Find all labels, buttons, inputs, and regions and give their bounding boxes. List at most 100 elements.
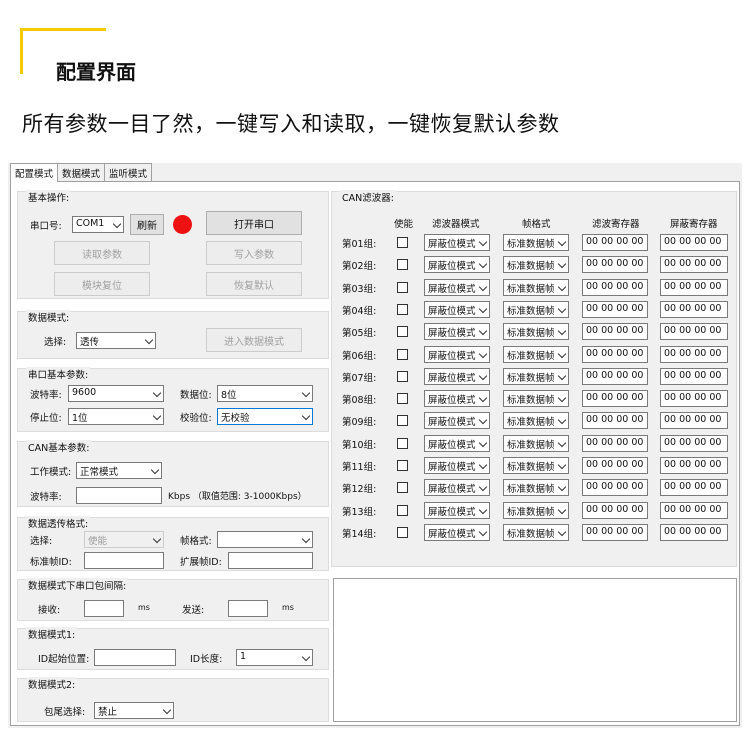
frame-format-select[interactable]: 标准数据帧	[503, 457, 569, 474]
ext-id-input[interactable]	[228, 552, 313, 569]
filter-enable-checkbox[interactable]	[397, 415, 408, 427]
filter-register-input[interactable]: 00 00 00 00	[582, 479, 648, 497]
filter-register-input[interactable]: 00 00 00 00	[582, 457, 648, 474]
filter-register-input[interactable]: 00 00 00 00	[582, 412, 648, 430]
send-interval-input[interactable]	[228, 600, 268, 617]
mask-register-input[interactable]: 00 00 00 00	[660, 278, 728, 296]
filter-mode-value: 屏蔽位模式	[428, 305, 476, 317]
filter-mode-select[interactable]: 屏蔽位模式	[424, 412, 490, 430]
write-params-button[interactable]: 写入参数	[206, 241, 302, 265]
frame-format-value: 标准数据帧	[507, 372, 555, 384]
enter-data-mode-button[interactable]: 进入数据模式	[206, 328, 302, 352]
mask-register-input[interactable]: 00 00 00 00	[660, 300, 728, 318]
baud-select[interactable]: 9600	[68, 385, 164, 402]
mask-register-input[interactable]: 00 00 00 00	[660, 256, 728, 274]
recv-interval-input[interactable]	[84, 600, 124, 617]
filter-mode-select[interactable]: 屏蔽位模式	[424, 479, 490, 497]
filter-enable-checkbox[interactable]	[397, 303, 408, 315]
mask-register-input[interactable]: 00 00 00 00	[660, 479, 728, 497]
mask-register-input[interactable]: 00 00 00 00	[660, 367, 728, 385]
packet-tail-select[interactable]: 禁止	[94, 702, 174, 719]
filter-register-input[interactable]: 00 00 00 00	[582, 390, 648, 408]
frame-format-select[interactable]: 标准数据帧	[503, 479, 569, 497]
read-params-button[interactable]: 读取参数	[54, 241, 150, 265]
tab-listen-mode[interactable]: 监听模式	[104, 163, 153, 181]
frame-format-select[interactable]: 标准数据帧	[503, 412, 569, 430]
filter-enable-checkbox[interactable]	[397, 259, 408, 271]
filter-register-input[interactable]: 00 00 00 00	[582, 523, 648, 541]
mask-register-input[interactable]: 00 00 00 00	[660, 412, 728, 430]
stopbits-select[interactable]: 1位	[68, 408, 164, 425]
mask-register-input[interactable]: 00 00 00 00	[660, 457, 728, 474]
mask-register-input[interactable]: 00 00 00 00	[660, 234, 728, 251]
filter-mode-select[interactable]: 屏蔽位模式	[424, 256, 490, 274]
filter-enable-checkbox[interactable]	[397, 393, 408, 405]
filter-mode-select[interactable]: 屏蔽位模式	[424, 457, 490, 474]
filter-mode-select[interactable]: 屏蔽位模式	[424, 367, 490, 385]
filter-register-input[interactable]: 00 00 00 00	[582, 323, 648, 341]
filter-mode-select[interactable]: 屏蔽位模式	[424, 523, 490, 541]
filter-enable-checkbox[interactable]	[397, 460, 408, 471]
filter-register-input[interactable]: 00 00 00 00	[582, 345, 648, 363]
filter-register-input[interactable]: 00 00 00 00	[582, 367, 648, 385]
filter-enable-checkbox[interactable]	[397, 437, 408, 449]
frame-format-select[interactable]: 标准数据帧	[503, 323, 569, 341]
mask-register-input[interactable]: 00 00 00 00	[660, 434, 728, 452]
filter-enable-checkbox[interactable]	[397, 281, 408, 293]
filter-register-input[interactable]: 00 00 00 00	[582, 278, 648, 296]
filter-enable-checkbox[interactable]	[397, 504, 408, 516]
frame-format-select[interactable]: 标准数据帧	[503, 501, 569, 519]
refresh-button[interactable]: 刷新	[130, 214, 164, 235]
databits-select[interactable]: 8位	[217, 385, 313, 402]
port-select[interactable]: COM1	[72, 216, 124, 233]
workmode-select[interactable]: 正常模式	[76, 462, 162, 479]
filter-enable-checkbox[interactable]	[397, 526, 408, 538]
open-port-button[interactable]: 打开串口	[206, 211, 302, 235]
filter-mode-select[interactable]: 屏蔽位模式	[424, 323, 490, 341]
mask-register-input[interactable]: 00 00 00 00	[660, 323, 728, 341]
id-length-select[interactable]: 1	[236, 649, 313, 666]
filter-enable-checkbox[interactable]	[397, 370, 408, 382]
frame-format-select[interactable]: 标准数据帧	[503, 390, 569, 408]
filter-register-input[interactable]: 00 00 00 00	[582, 234, 648, 251]
tab-config-mode[interactable]: 配置模式	[10, 163, 59, 182]
can-baud-input[interactable]	[76, 487, 162, 504]
frame-format-select[interactable]: 标准数据帧	[503, 300, 569, 318]
mask-register-input[interactable]: 00 00 00 00	[660, 523, 728, 541]
frame-format-select[interactable]: 标准数据帧	[503, 234, 569, 251]
frame-format-select[interactable]: 标准数据帧	[503, 367, 569, 385]
filter-mode-select[interactable]: 屏蔽位模式	[424, 278, 490, 296]
frame-format-select[interactable]: 标准数据帧	[503, 345, 569, 363]
filter-enable-checkbox[interactable]	[397, 482, 408, 494]
parity-select[interactable]: 无校验	[217, 408, 313, 425]
module-reset-button[interactable]: 模块复位	[54, 272, 150, 296]
filter-register-input[interactable]: 00 00 00 00	[582, 300, 648, 318]
id-start-input[interactable]	[94, 649, 176, 666]
frame-format-select[interactable]: 标准数据帧	[503, 256, 569, 274]
filter-mode-select[interactable]: 屏蔽位模式	[424, 501, 490, 519]
filter-register-input[interactable]: 00 00 00 00	[582, 434, 648, 452]
filter-mode-select[interactable]: 屏蔽位模式	[424, 234, 490, 251]
filter-mode-select[interactable]: 屏蔽位模式	[424, 300, 490, 318]
filter-enable-checkbox[interactable]	[397, 348, 408, 360]
filter-register-input[interactable]: 00 00 00 00	[582, 256, 648, 274]
filter-enable-checkbox[interactable]	[397, 326, 408, 338]
frame-format-select[interactable]: 标准数据帧	[503, 523, 569, 541]
format-select[interactable]: 使能	[84, 531, 164, 548]
std-id-input[interactable]	[84, 552, 164, 569]
mask-register-input[interactable]: 00 00 00 00	[660, 345, 728, 363]
frame-format-select[interactable]: 标准数据帧	[503, 278, 569, 296]
filter-mode-select[interactable]: 屏蔽位模式	[424, 345, 490, 363]
mask-register-input[interactable]: 00 00 00 00	[660, 390, 728, 408]
tab-data-mode[interactable]: 数据模式	[57, 163, 106, 181]
frame-format-select[interactable]: 标准数据帧	[503, 434, 569, 452]
mask-register-input[interactable]: 00 00 00 00	[660, 501, 728, 519]
filter-register-input[interactable]: 00 00 00 00	[582, 501, 648, 519]
filter-enable-checkbox[interactable]	[397, 237, 408, 248]
filter-mode-select[interactable]: 屏蔽位模式	[424, 390, 490, 408]
data-mode-select[interactable]: 透传	[76, 332, 156, 349]
restore-default-button[interactable]: 恢复默认	[206, 272, 302, 296]
filter-mode-select[interactable]: 屏蔽位模式	[424, 434, 490, 452]
output-textarea[interactable]	[333, 578, 737, 722]
frame-format-select[interactable]	[217, 531, 313, 548]
